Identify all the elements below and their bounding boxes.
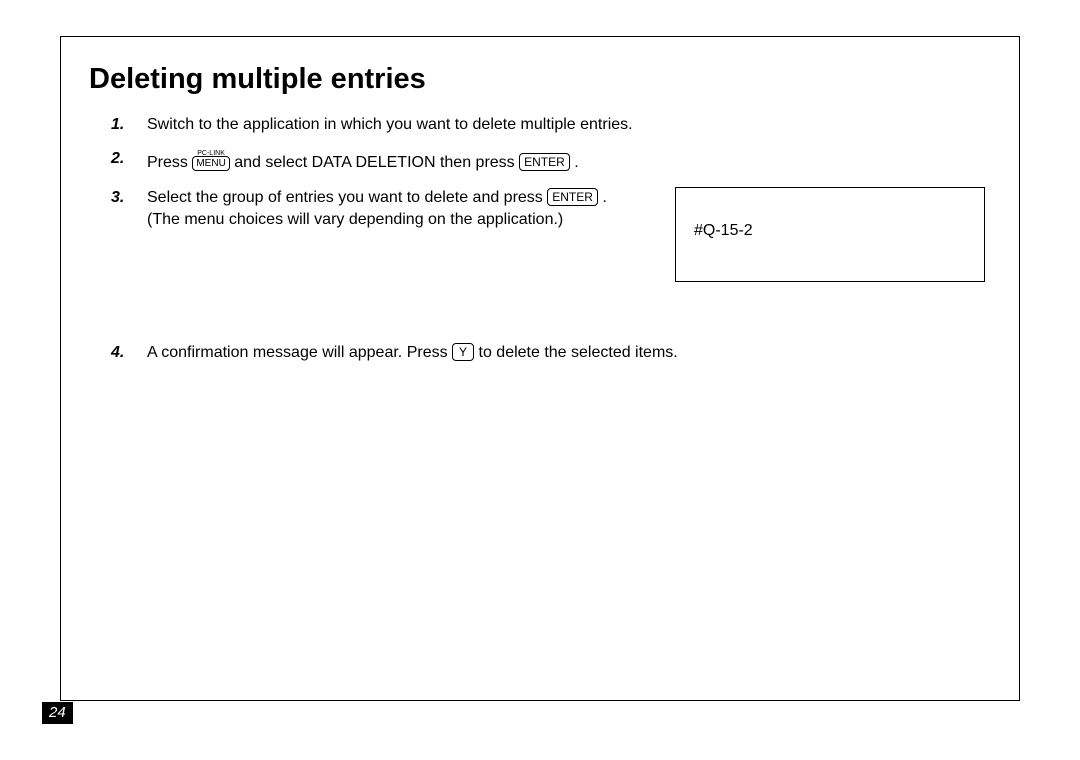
step-text: Select the group of entries you want to … bbox=[147, 187, 651, 232]
y-key-icon: Y bbox=[452, 343, 474, 361]
text: Select the group of entries you want to … bbox=[147, 189, 547, 206]
step-4: 4. A confirmation message will appear. P… bbox=[111, 342, 991, 364]
page-frame: Deleting multiple entries 1. Switch to t… bbox=[60, 36, 1020, 701]
step-2: 2. Press PC-LINK MENU and select DATA DE… bbox=[111, 148, 991, 174]
step-1: 1. Switch to the application in which yo… bbox=[111, 114, 991, 136]
step-3: 3. Select the group of entries you want … bbox=[111, 187, 651, 232]
reference-code: #Q-15-2 bbox=[694, 222, 753, 239]
menu-key-icon: PC-LINK MENU bbox=[192, 156, 229, 171]
text: to delete the selected items. bbox=[479, 344, 678, 361]
step-text: A confirmation message will appear. Pres… bbox=[147, 342, 687, 364]
step-text: Switch to the application in which you w… bbox=[147, 114, 991, 136]
text: and select DATA DELETION then press bbox=[234, 154, 519, 171]
step-number: 2. bbox=[111, 148, 147, 174]
page-title: Deleting multiple entries bbox=[89, 63, 991, 96]
step-number: 4. bbox=[111, 342, 147, 364]
text: . bbox=[574, 154, 578, 171]
enter-key-icon: ENTER bbox=[547, 188, 598, 206]
steps-list: 1. Switch to the application in which yo… bbox=[111, 114, 991, 364]
step-3-row: 3. Select the group of entries you want … bbox=[111, 187, 991, 282]
step-number: 3. bbox=[111, 187, 147, 232]
step-text: Press PC-LINK MENU and select DATA DELET… bbox=[147, 148, 991, 174]
step-number: 1. bbox=[111, 114, 147, 136]
pc-link-label: PC-LINK bbox=[197, 147, 225, 160]
text-note: (The menu choices will vary depending on… bbox=[147, 211, 563, 228]
reference-box: #Q-15-2 bbox=[675, 187, 985, 282]
text: . bbox=[602, 189, 606, 206]
text: A confirmation message will appear. Pres… bbox=[147, 344, 452, 361]
text: Press bbox=[147, 154, 192, 171]
enter-key-icon: ENTER bbox=[519, 153, 570, 171]
page-number-badge: 24 bbox=[42, 702, 73, 724]
